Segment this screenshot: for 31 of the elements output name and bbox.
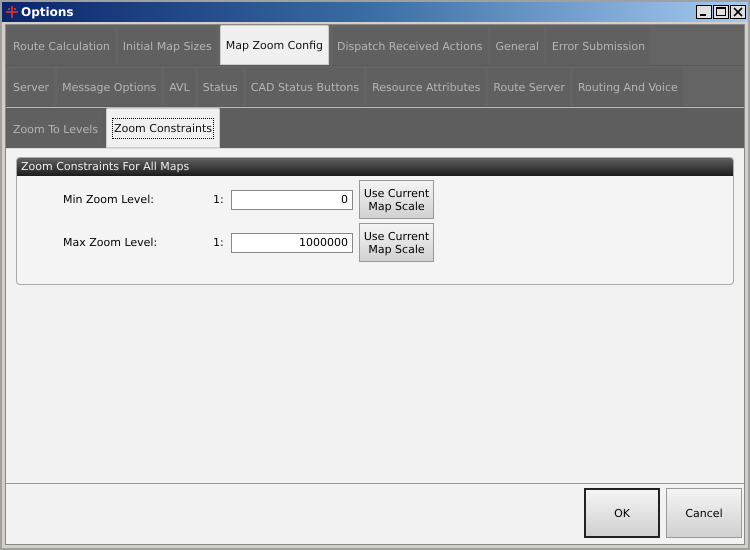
window-title: Options [21,5,75,19]
scale-prefix: 1: [213,193,225,206]
tab[interactable]: Zoom Constraints [106,108,220,148]
input-field[interactable]: 1000000 [231,232,353,252]
cancel-button[interactable]: Cancel [666,488,742,538]
field-label: Min Zoom Level: [62,193,155,206]
tab[interactable]: Server [8,68,54,106]
field-label: Max Zoom Level: [62,236,158,249]
ok-button[interactable]: OK [584,488,660,538]
tab[interactable]: Initial Map Sizes [118,27,217,65]
tab[interactable]: General [490,27,544,65]
tab[interactable]: CAD Status Buttons [246,68,364,106]
use-current-map-scale-button[interactable]: Use Current Map Scale [359,223,434,262]
input-field[interactable]: 0 [231,190,353,210]
cross-icon [6,6,18,18]
tab[interactable]: Route Calculation [8,27,115,65]
maximize-icon[interactable] [713,5,729,19]
tab[interactable]: Route Server [488,68,570,106]
tab[interactable]: AVL [164,68,195,106]
tab[interactable]: Resource Attributes [367,68,486,106]
tab[interactable]: Message Options [57,68,162,106]
scale-prefix: 1: [213,236,225,249]
tab[interactable]: Map Zoom Config [220,25,329,65]
tab[interactable]: Routing And Voice [572,68,683,106]
tab[interactable]: Dispatch Received Actions [332,27,488,65]
use-current-map-scale-button[interactable]: Use Current Map Scale [359,180,434,219]
tab[interactable]: Error Submission [546,27,650,65]
group-title: Zoom Constraints For All Maps [17,158,733,176]
minimize-icon[interactable] [696,5,712,19]
close-icon[interactable] [730,5,746,19]
tab[interactable]: Status [198,68,243,106]
